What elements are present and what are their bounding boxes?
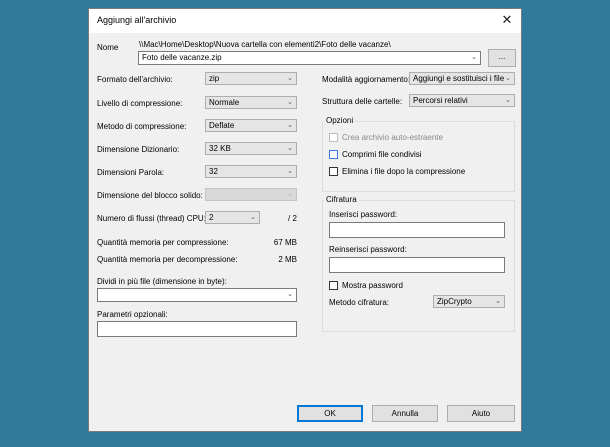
sfx-label: Crea archivio auto-estraente xyxy=(342,133,443,142)
chevron-down-icon[interactable]: ⌄ xyxy=(495,296,501,307)
word-size-value: 32 xyxy=(209,167,218,176)
format-select[interactable]: zip ⌄ xyxy=(205,72,297,85)
dictionary-select[interactable]: 32 KB ⌄ xyxy=(205,142,297,155)
level-value: Normale xyxy=(209,98,240,107)
password-label: Inserisci password: xyxy=(329,210,398,219)
mem-decompress-value: 2 MB xyxy=(278,255,297,264)
sfx-checkbox xyxy=(329,133,338,142)
delete-after-checkbox[interactable] xyxy=(329,167,338,176)
method-value: Deflate xyxy=(209,121,235,130)
update-mode-label: Modalità aggiornamento: xyxy=(322,75,411,84)
dictionary-value: 32 KB xyxy=(209,144,231,153)
solid-block-label: Dimensione del blocco solido: xyxy=(97,191,203,200)
chevron-down-icon[interactable]: ⌄ xyxy=(287,143,293,154)
reenter-password-input[interactable] xyxy=(329,257,505,273)
level-select[interactable]: Normale ⌄ xyxy=(205,96,297,109)
help-button[interactable]: Aiuto xyxy=(447,405,515,422)
mem-compress-value: 67 MB xyxy=(273,238,297,247)
method-select[interactable]: Deflate ⌄ xyxy=(205,119,297,132)
chevron-down-icon: ⌄ xyxy=(287,191,293,198)
encryption-method-select[interactable]: ZipCrypto ⌄ xyxy=(433,295,505,308)
options-title: Opzioni xyxy=(324,116,356,126)
chevron-down-icon[interactable]: ⌄ xyxy=(287,73,293,84)
title-bar[interactable]: Aggiungi all'archivio ✕ xyxy=(89,9,521,33)
ok-button[interactable]: OK xyxy=(297,405,363,422)
word-size-select[interactable]: 32 ⌄ xyxy=(205,165,297,178)
close-icon[interactable]: ✕ xyxy=(499,12,515,28)
encryption-method-value: ZipCrypto xyxy=(437,297,472,306)
split-volume-combo[interactable]: ⌄ xyxy=(97,288,297,302)
archive-name-combo[interactable]: Foto delle vacanze.zip ⌄ xyxy=(138,51,481,65)
threads-max: / 2 xyxy=(288,214,297,223)
chevron-down-icon[interactable]: ⌄ xyxy=(505,73,511,84)
archive-path-text: \\Mac\Home\Desktop\Nuova cartella con el… xyxy=(139,40,391,49)
browse-button[interactable]: ... xyxy=(488,49,516,67)
archive-name-value: Foto delle vacanze.zip xyxy=(142,53,222,62)
threads-label: Numero di flussi (thread) CPU: xyxy=(97,214,206,223)
path-mode-value: Percorsi relativi xyxy=(413,96,468,105)
shared-files-checkbox[interactable] xyxy=(329,150,338,159)
format-value: zip xyxy=(209,74,220,83)
add-to-archive-dialog: Aggiungi all'archivio ✕ Nome \\Mac\Home\… xyxy=(88,8,522,432)
window-title: Aggiungi all'archivio xyxy=(97,15,177,25)
reenter-password-label: Reinserisci password: xyxy=(329,245,407,254)
threads-select[interactable]: 2 ⌄ xyxy=(205,211,260,224)
chevron-down-icon[interactable]: ⌄ xyxy=(250,212,256,223)
password-input[interactable] xyxy=(329,222,505,238)
level-label: Livello di compressione: xyxy=(97,99,183,108)
mem-compress-label: Quantità memoria per compressione: xyxy=(97,238,229,247)
params-label: Parametri opzionali: xyxy=(97,310,168,319)
format-label: Formato dell'archivio: xyxy=(97,75,173,84)
params-input[interactable] xyxy=(97,321,297,337)
cancel-button[interactable]: Annulla xyxy=(372,405,438,422)
chevron-down-icon[interactable]: ⌄ xyxy=(287,289,293,300)
path-mode-select[interactable]: Percorsi relativi ⌄ xyxy=(409,94,515,107)
chevron-down-icon[interactable]: ⌄ xyxy=(471,52,477,63)
encryption-title: Cifratura xyxy=(324,195,359,205)
name-label: Nome xyxy=(97,43,119,52)
chevron-down-icon[interactable]: ⌄ xyxy=(287,120,293,131)
encryption-method-label: Metodo cifratura: xyxy=(329,298,390,307)
chevron-down-icon[interactable]: ⌄ xyxy=(505,95,511,106)
dictionary-label: Dimensione Dizionario: xyxy=(97,145,180,154)
chevron-down-icon[interactable]: ⌄ xyxy=(287,97,293,108)
solid-block-select: ⌄ xyxy=(205,188,297,201)
show-password-checkbox[interactable] xyxy=(329,281,338,290)
path-mode-label: Struttura delle cartelle: xyxy=(322,97,403,106)
method-label: Metodo di compressione: xyxy=(97,122,187,131)
chevron-down-icon[interactable]: ⌄ xyxy=(287,166,293,177)
word-size-label: Dimensioni Parola: xyxy=(97,168,165,177)
delete-after-label[interactable]: Elimina i file dopo la compressione xyxy=(342,167,465,177)
update-mode-value: Aggiungi e sostituisci i file xyxy=(413,74,505,83)
update-mode-select[interactable]: Aggiungi e sostituisci i file ⌄ xyxy=(409,72,515,85)
threads-value: 2 xyxy=(209,213,214,222)
shared-files-label[interactable]: Comprimi file condivisi xyxy=(342,150,422,160)
mem-decompress-label: Quantità memoria per decompressione: xyxy=(97,255,238,264)
split-label: Dividi in più file (dimensione in byte): xyxy=(97,277,227,286)
show-password-label[interactable]: Mostra password xyxy=(342,281,403,291)
